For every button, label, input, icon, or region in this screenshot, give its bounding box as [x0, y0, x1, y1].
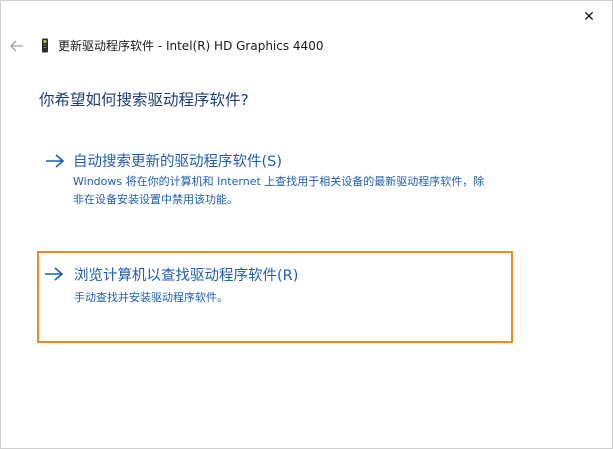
- option-description: Windows 将在你的计算机和 Internet 上查找用于相关设备的最新驱动…: [73, 175, 485, 206]
- right-arrow-icon: [45, 267, 64, 281]
- wizard-title: 更新驱动程序软件 - Intel(R) HD Graphics 4400: [58, 39, 324, 53]
- back-button[interactable]: [8, 37, 26, 55]
- graphics-device-icon: [42, 38, 48, 53]
- option-title: 浏览计算机以查找驱动程序软件(R): [74, 268, 299, 284]
- close-icon: ✕: [583, 9, 595, 25]
- update-driver-window: ✕ 更新驱动程序软件 - Intel(R) HD Graphics 4400 你…: [0, 0, 613, 449]
- back-arrow-icon: [10, 40, 23, 52]
- right-arrow-icon: [46, 154, 65, 168]
- option-title: 自动搜索更新的驱动程序软件(S): [73, 154, 283, 170]
- option-auto-search[interactable]: 自动搜索更新的驱动程序软件(S) Windows 将在你的计算机和 Intern…: [40, 148, 512, 218]
- page-question: 你希望如何搜索驱动程序软件?: [39, 91, 249, 109]
- option-description: 手动查找并安装驱动程序软件。: [74, 291, 228, 304]
- option-browse-computer[interactable]: 浏览计算机以查找驱动程序软件(R) 手动查找并安装驱动程序软件。: [37, 251, 513, 343]
- close-button[interactable]: ✕: [566, 1, 612, 33]
